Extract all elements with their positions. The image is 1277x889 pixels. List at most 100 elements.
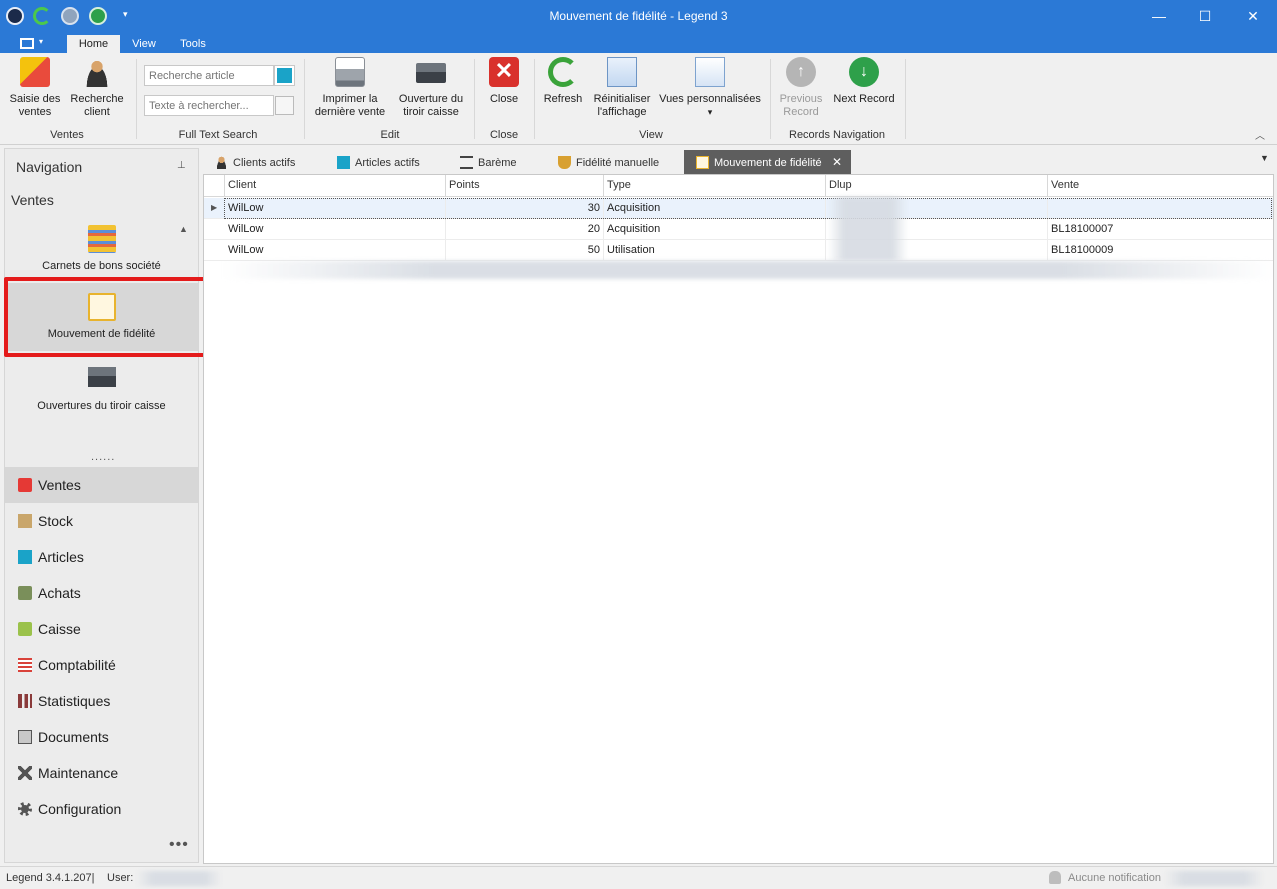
chevron-down-icon: ▾ — [707, 107, 713, 117]
previous-record-button[interactable]: ↑ Previous Record — [776, 57, 826, 119]
cell-vente[interactable]: BL18100007 — [1048, 219, 1273, 240]
sigma-icon — [18, 694, 32, 708]
cell-client[interactable]: WilLow — [225, 240, 446, 261]
menu-icon — [20, 38, 34, 49]
recherche-client-button[interactable]: Recherche client — [68, 57, 126, 119]
cash-drawer-icon — [416, 63, 446, 83]
cell-type[interactable]: Utilisation — [604, 240, 826, 261]
redacted-dlup-values — [828, 197, 908, 261]
article-search-icon[interactable] — [274, 65, 295, 86]
views-icon — [695, 57, 725, 87]
nav-item-label: Ouvertures du tiroir caisse — [37, 400, 166, 412]
tab-clients-actifs[interactable]: Clients actifs — [215, 150, 335, 174]
collapse-ribbon-icon[interactable]: ︿ — [1255, 127, 1265, 142]
more-options-icon[interactable]: ••• — [169, 836, 189, 854]
pin-icon[interactable]: ⊥ — [177, 160, 186, 171]
search-article-input[interactable] — [144, 65, 274, 86]
navigation-pane: Navigation ⊥ Ventes ▲ Carnets de bons so… — [4, 148, 207, 863]
nav-group-stock[interactable]: Stock — [5, 503, 198, 539]
group-separator — [770, 59, 771, 139]
arrow-up-icon: ↑ — [786, 57, 816, 87]
group-separator — [136, 59, 137, 139]
cash-icon — [18, 622, 32, 636]
cell-vente[interactable]: BL18100009 — [1048, 240, 1273, 261]
next-record-button[interactable]: ↓ Next Record — [830, 57, 898, 106]
nav-group-documents[interactable]: Documents — [5, 719, 198, 755]
version-label: Legend 3.4.1.207| — [6, 872, 95, 884]
shopping-bag-icon — [20, 57, 50, 87]
person-icon — [215, 156, 228, 169]
ribbon-tab-row: ▾ Home View Tools — [0, 32, 1277, 53]
reset-layout-icon — [607, 57, 637, 87]
nav-group-articles[interactable]: Articles — [5, 539, 198, 575]
maximize-button[interactable]: ☐ — [1182, 0, 1228, 32]
close-tab-icon[interactable]: ✕ — [832, 155, 842, 169]
chevron-down-icon: ▾ — [39, 37, 44, 46]
nav-group-configuration[interactable]: Configuration — [5, 791, 198, 827]
nav-group-caisse[interactable]: Caisse — [5, 611, 198, 647]
tab-list-dropdown-icon[interactable]: ▼ — [1260, 153, 1269, 163]
minimize-button[interactable]: — — [1136, 0, 1182, 32]
nav-item-ouvertures-tiroir[interactable]: Ouvertures du tiroir caisse — [5, 361, 198, 421]
notification-status[interactable]: Aucune notification — [1068, 872, 1161, 884]
group-separator — [304, 59, 305, 139]
close-button[interactable]: ✕ Close — [482, 57, 526, 106]
window-title: Mouvement de fidélité - Legend 3 — [549, 9, 728, 23]
column-header-dlup[interactable]: Dlup — [826, 175, 1048, 197]
cell-points[interactable]: 20 — [446, 219, 604, 240]
tab-mouvement-de-fidelite[interactable]: Mouvement de fidélité — [684, 150, 851, 174]
group-label-view: View — [639, 129, 663, 141]
redacted-user — [136, 871, 222, 886]
ledger-icon — [18, 658, 32, 672]
column-header-type[interactable]: Type — [604, 175, 826, 197]
document-tabs: Clients actifs Articles actifs Barème Fi… — [203, 148, 1274, 174]
column-header-vente[interactable]: Vente — [1048, 175, 1273, 197]
status-bar: Legend 3.4.1.207| User: Aucune notificat… — [0, 866, 1277, 889]
nav-group-comptabilite[interactable]: Comptabilité — [5, 647, 198, 683]
voucher-books-icon — [87, 225, 116, 253]
cell-points[interactable]: 50 — [446, 240, 604, 261]
cell-client[interactable]: WilLow — [225, 219, 446, 240]
tools-icon — [18, 766, 32, 780]
saisie-ventes-button[interactable]: Saisie des ventes — [6, 57, 64, 119]
imprimer-derniere-vente-button[interactable]: Imprimer la dernière vente — [312, 57, 388, 119]
tab-tools[interactable]: Tools — [170, 35, 216, 53]
trophy-icon — [558, 156, 571, 169]
vues-personnalisees-button[interactable]: Vues personnalisées ▾ — [658, 57, 762, 119]
tab-bareme[interactable]: Barème — [460, 150, 556, 174]
nav-group-ventes[interactable]: Ventes — [5, 467, 198, 503]
title-bar: ▾ Mouvement de fidélité - Legend 3 — ☐ ✕ — [0, 0, 1277, 32]
tab-home[interactable]: Home — [67, 35, 120, 53]
tab-fidelite-manuelle[interactable]: Fidélité manuelle — [558, 150, 684, 174]
navigation-group-title: Ventes — [11, 192, 54, 208]
table-row[interactable]: WilLow 20 Acquisition BL18100007 — [204, 219, 1273, 240]
eraser-icon[interactable] — [275, 96, 294, 115]
nav-group-achats[interactable]: Achats — [5, 575, 198, 611]
tab-articles-actifs[interactable]: Articles actifs — [337, 150, 457, 174]
tab-view[interactable]: View — [122, 35, 166, 53]
close-icon: ✕ — [489, 57, 519, 87]
text-search-input[interactable] — [144, 95, 274, 116]
nav-group-statistiques[interactable]: Statistiques — [5, 683, 198, 719]
bag-icon — [18, 478, 32, 492]
app-menu-button[interactable]: ▾ — [14, 34, 52, 52]
row-indicator-header — [204, 175, 225, 197]
close-window-button[interactable]: ✕ — [1230, 0, 1276, 32]
box-icon — [18, 514, 32, 528]
table-row[interactable]: WilLow 50 Utilisation BL18100009 — [204, 240, 1273, 261]
ouverture-tiroir-button[interactable]: Ouverture du tiroir caisse — [394, 57, 468, 119]
nav-splitter[interactable]: ...... — [91, 451, 115, 463]
gear-icon — [18, 802, 32, 816]
reinitialiser-affichage-button[interactable]: Réinitialiser l'affichage — [590, 57, 654, 119]
group-separator — [474, 59, 475, 139]
group-label-close: Close — [489, 129, 519, 141]
bell-icon[interactable] — [1049, 871, 1061, 884]
refresh-button[interactable]: Refresh — [540, 57, 586, 106]
column-header-client[interactable]: Client — [225, 175, 446, 197]
nav-item-carnets[interactable]: Carnets de bons société — [5, 225, 198, 285]
column-header-points[interactable]: Points — [446, 175, 604, 197]
nav-group-maintenance[interactable]: Maintenance — [5, 755, 198, 791]
cell-type[interactable]: Acquisition — [604, 219, 826, 240]
group-separator — [905, 59, 906, 139]
ribbon: Saisie des ventes Recherche client Vente… — [0, 53, 1277, 145]
